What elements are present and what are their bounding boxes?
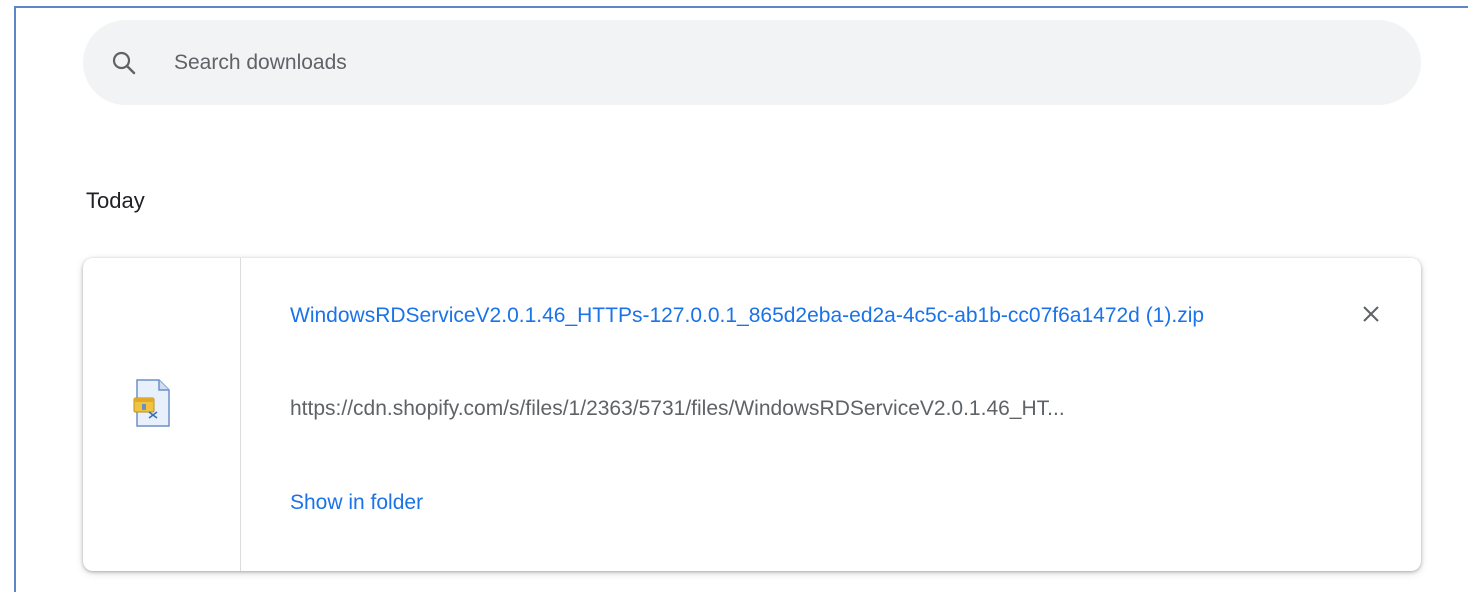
close-icon[interactable] [1355, 298, 1387, 330]
window-border-left [14, 6, 16, 592]
download-source-url: https://cdn.shopify.com/s/files/1/2363/5… [290, 397, 1065, 420]
search-icon[interactable] [111, 50, 137, 76]
window-border-top [14, 6, 1468, 8]
zip-file-icon[interactable] [133, 378, 173, 430]
card-divider [240, 258, 241, 571]
search-input[interactable] [174, 48, 1374, 78]
show-in-folder-link[interactable]: Show in folder [290, 491, 423, 515]
search-bar[interactable] [83, 20, 1421, 105]
download-item-card: WindowsRDServiceV2.0.1.46_HTTPs-127.0.0.… [83, 258, 1421, 571]
downloads-page: Today WindowsRDServiceV2.0.1.46_HTTPs-12… [0, 0, 1468, 592]
date-section-heading: Today [86, 188, 145, 213]
download-file-name-link[interactable]: WindowsRDServiceV2.0.1.46_HTTPs-127.0.0.… [290, 296, 1290, 336]
